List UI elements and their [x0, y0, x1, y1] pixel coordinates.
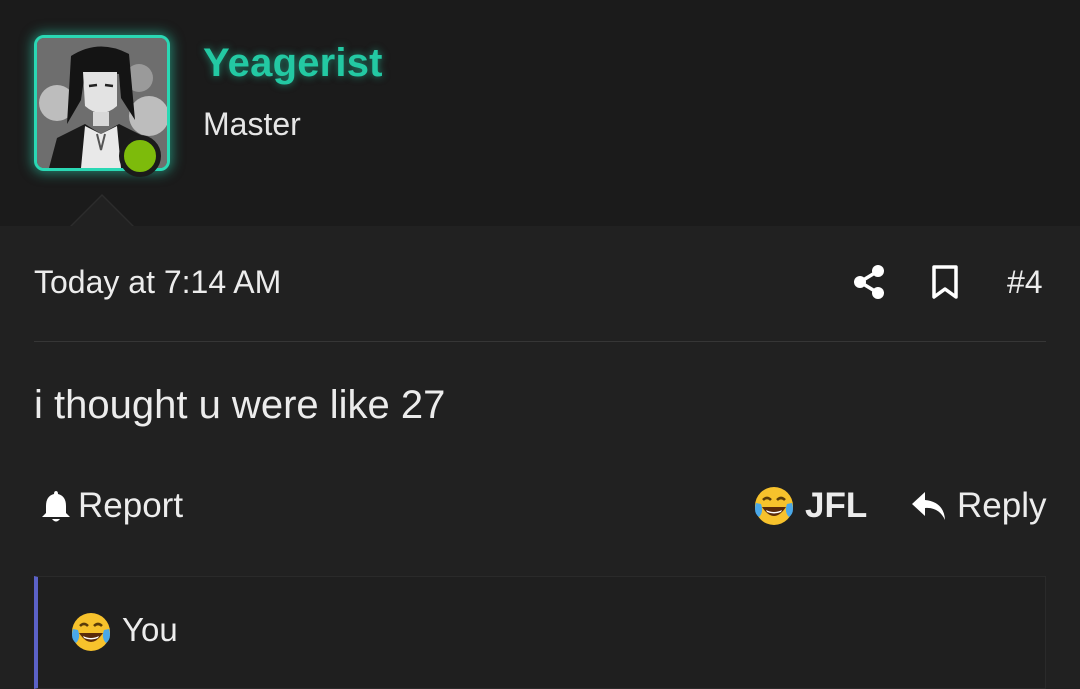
- post-body: i thought u were like 27: [34, 383, 446, 427]
- share-icon[interactable]: [852, 264, 886, 300]
- meta-divider: [34, 341, 1046, 342]
- reacted-by-label: You: [122, 611, 178, 648]
- post-number-link[interactable]: #4: [1007, 264, 1043, 301]
- reply-label: Reply: [957, 486, 1047, 525]
- post-timestamp[interactable]: Today at 7:14 AM: [34, 264, 281, 301]
- reaction-button[interactable]: JFL: [753, 484, 867, 528]
- report-label: Report: [78, 486, 184, 525]
- reply-arrow-icon: [912, 492, 945, 520]
- username[interactable]: Yeagerist: [203, 41, 383, 86]
- reactions-summary[interactable]: You: [34, 576, 1046, 689]
- report-button[interactable]: Report: [40, 484, 183, 528]
- laughing-crying-emoji-icon: [755, 487, 793, 525]
- message-pointer: [72, 196, 132, 226]
- user-title: Master: [203, 106, 301, 142]
- online-status-indicator: [119, 135, 161, 177]
- bookmark-icon[interactable]: [930, 264, 960, 300]
- reply-button[interactable]: Reply: [911, 484, 1046, 528]
- laughing-crying-emoji-icon: [72, 613, 110, 651]
- bell-icon: [42, 491, 70, 522]
- user-header: Yeagerist Master: [0, 0, 1080, 226]
- reaction-label: JFL: [805, 486, 868, 525]
